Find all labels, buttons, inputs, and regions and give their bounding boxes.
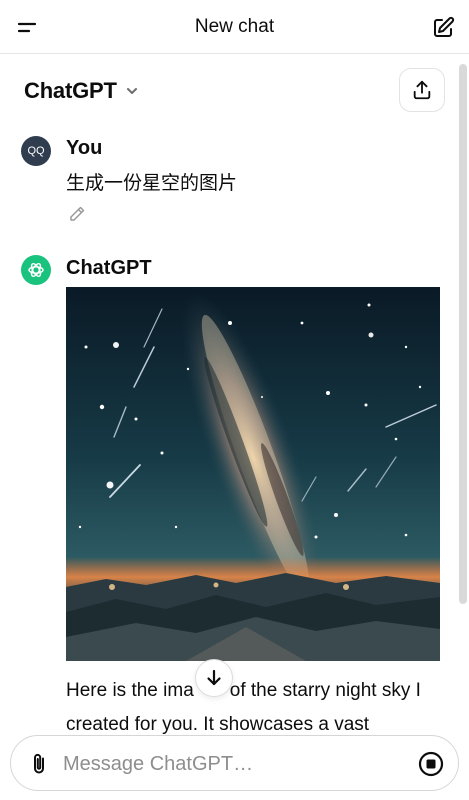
generated-starry-sky-image[interactable] (66, 287, 440, 661)
message-composer (10, 735, 459, 791)
stop-icon[interactable] (418, 751, 444, 777)
chevron-down-icon (126, 88, 137, 94)
message-input[interactable] (63, 746, 393, 782)
share-button[interactable] (399, 68, 445, 112)
share-icon (413, 80, 431, 100)
scrollbar[interactable] (459, 64, 467, 604)
user-sender-name: You (66, 137, 103, 159)
model-name: ChatGPT (24, 78, 117, 103)
assistant-reply-text: Here is the ima of the starry night sky I… (66, 674, 451, 742)
page-title: New chat (194, 16, 275, 37)
arrow-down-icon (207, 669, 221, 686)
edit-icon[interactable] (431, 16, 455, 40)
openai-logo-icon (21, 255, 51, 285)
reply-line-1: Here is the ima of the starry night sky I (66, 680, 421, 701)
model-selector[interactable]: ChatGPT (24, 78, 139, 104)
user-message: 生成一份星空的图片 (66, 172, 238, 194)
top-bar: New chat (0, 0, 469, 54)
user-avatar: QQ (21, 136, 51, 166)
assistant-sender-name: ChatGPT (66, 257, 152, 279)
scroll-to-bottom-button[interactable] (195, 659, 233, 697)
pencil-icon[interactable] (67, 204, 87, 224)
paperclip-icon[interactable] (27, 752, 51, 776)
